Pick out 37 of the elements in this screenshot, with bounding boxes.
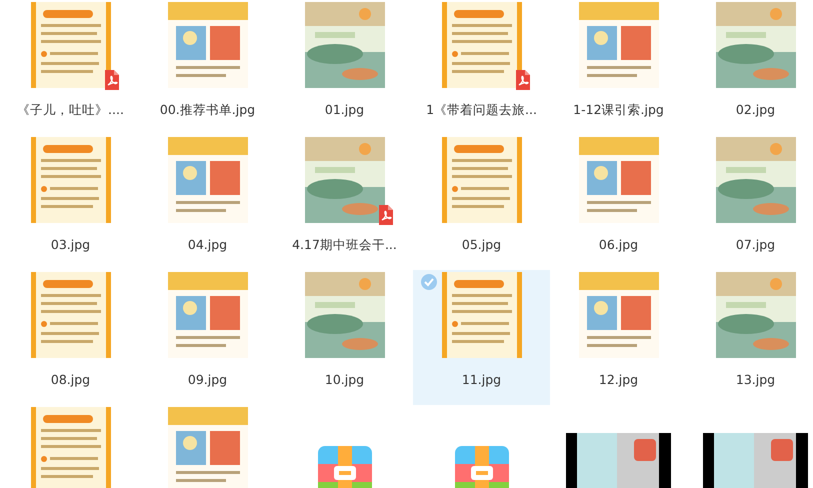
file-name: 11.jpg (462, 372, 502, 387)
file-name: 10.jpg (324, 372, 364, 387)
file-item[interactable]: 09.jpg (139, 270, 276, 405)
file-item[interactable]: 1-12课引索.jpg (550, 0, 687, 135)
file-item[interactable]: 《子儿，吐吐》.... (2, 0, 139, 135)
file-item[interactable]: 01.jpg (276, 0, 413, 135)
file-name: 04.jpg (188, 237, 228, 252)
checkbox-icon[interactable] (421, 274, 437, 290)
file-item[interactable]: 03.jpg (2, 135, 139, 270)
file-name: 09.jpg (188, 372, 228, 387)
file-name: 07.jpg (736, 237, 776, 252)
file-name: 06.jpg (598, 237, 638, 252)
file-name: 《子儿，吐吐》.... (17, 102, 124, 119)
file-item[interactable]: 1《带着问题去旅... (413, 0, 550, 135)
file-item[interactable]: 4.17期中班会干... (276, 135, 413, 270)
file-name: 1《带着问题去旅... (426, 102, 537, 119)
file-item[interactable]: 00.推荐书单.jpg (139, 0, 276, 135)
file-name: 12.jpg (598, 372, 638, 387)
file-name: 4.17期中班会干... (292, 237, 397, 254)
file-item[interactable]: 08.jpg (2, 270, 139, 405)
file-name: 02.jpg (736, 102, 776, 117)
file-name: 00.推荐书单.jpg (160, 102, 256, 119)
file-item[interactable]: 07.jpg (687, 135, 813, 270)
file-item[interactable]: 10.jpg (276, 270, 413, 405)
file-name: 01.jpg (324, 102, 364, 117)
file-item[interactable]: 05.jpg (413, 135, 550, 270)
file-name: 1-12课引索.jpg (573, 102, 664, 119)
file-item[interactable]: 13.jpg (687, 270, 813, 405)
file-item[interactable]: 12.jpg (550, 270, 687, 405)
file-item[interactable]: 04.jpg (139, 135, 276, 270)
file-item[interactable]: 02.jpg (687, 0, 813, 135)
file-item[interactable]: 11.jpg (413, 270, 550, 405)
file-name: 03.jpg (50, 237, 90, 252)
file-name: 08.jpg (50, 372, 90, 387)
file-name: 05.jpg (462, 237, 502, 252)
file-item[interactable]: 06.jpg (550, 135, 687, 270)
file-name: 13.jpg (736, 372, 776, 387)
